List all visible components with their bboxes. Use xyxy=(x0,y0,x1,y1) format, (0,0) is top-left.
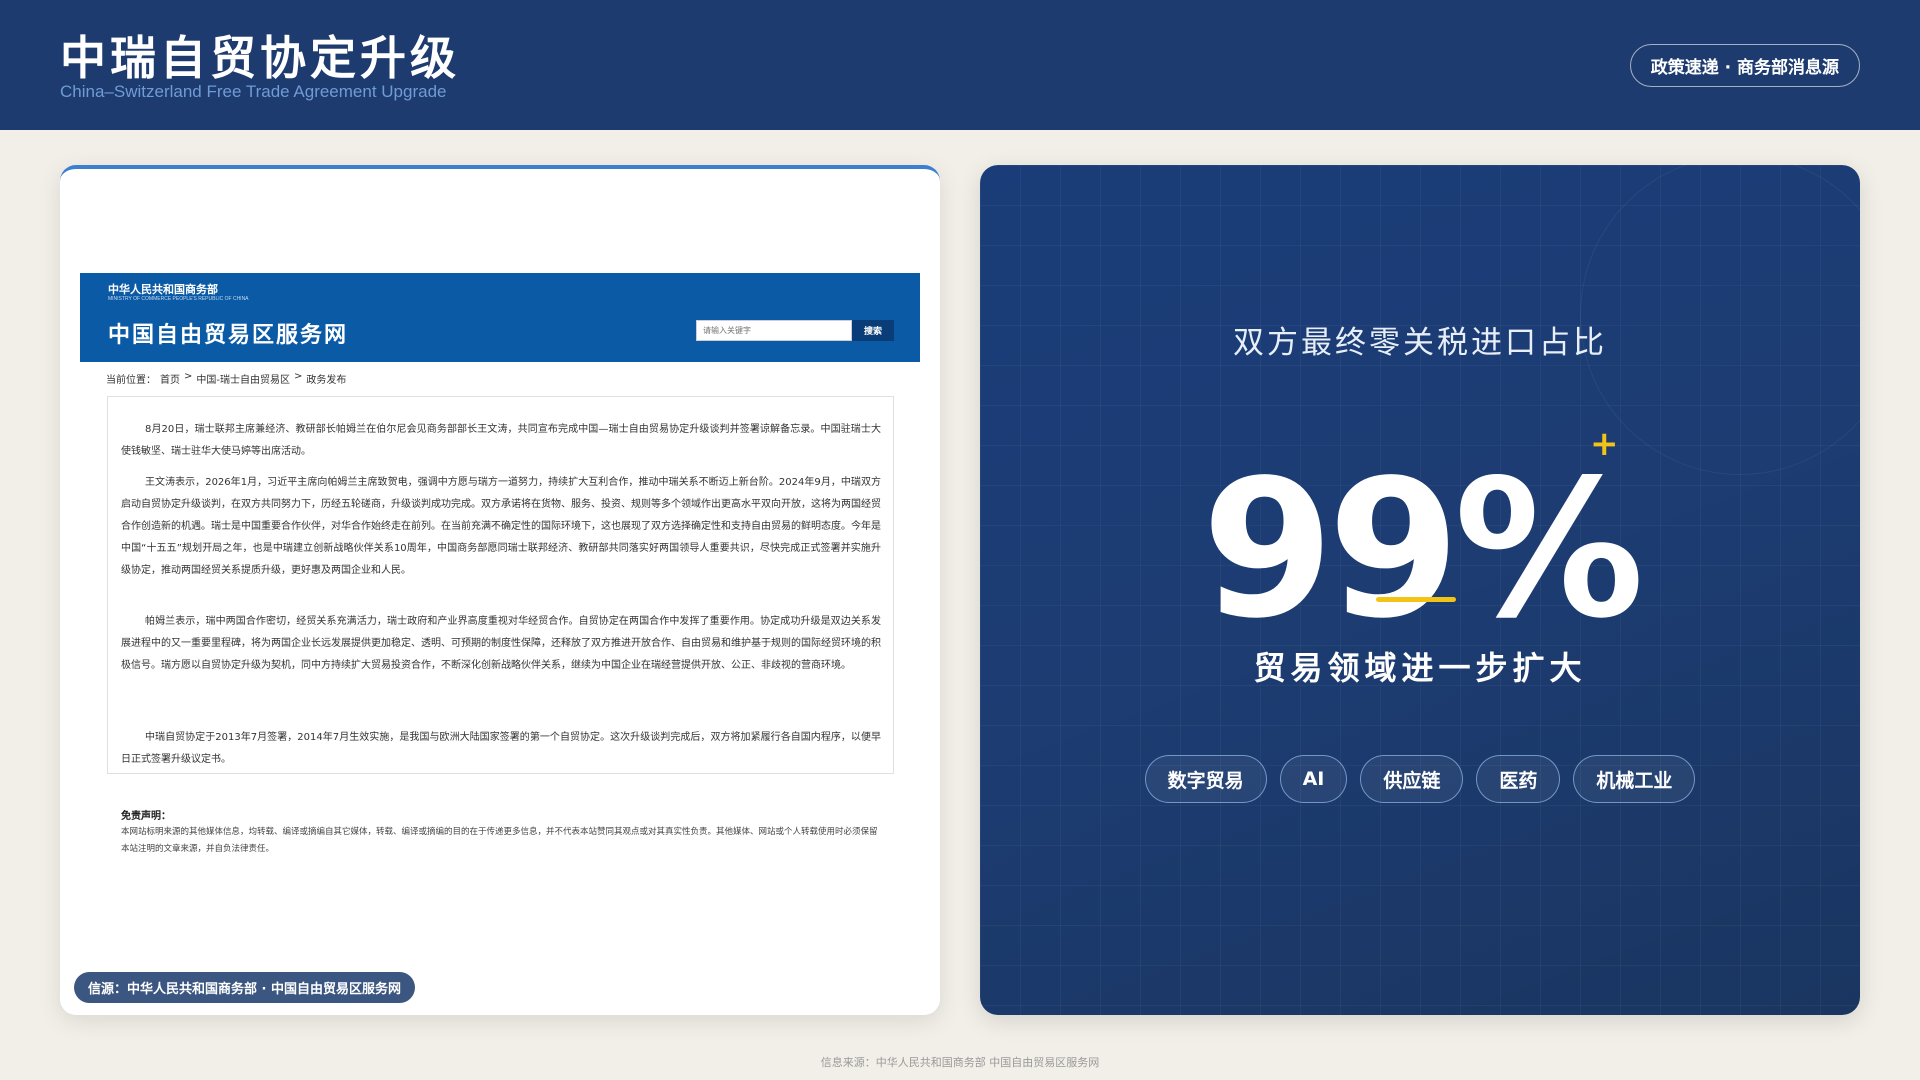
ministry-en-name: MINISTRY OF COMMERCE PEOPLE'S REPUBLIC O… xyxy=(108,296,249,302)
metric-value: 99% xyxy=(1201,439,1645,660)
page-subtitle: China–Switzerland Free Trade Agreement U… xyxy=(60,82,447,101)
metric-label: 双方最终零关税进口占比 xyxy=(1233,325,1607,361)
article-paragraph: 中瑞自贸协定于2013年7月签署，2014年7月生效实施，是我国与欧洲大陆国家签… xyxy=(121,732,881,765)
tag-digital-trade: 数字贸易 xyxy=(1144,755,1267,803)
site-header: 中华人民共和国商务部 MINISTRY OF COMMERCE PEOPLE'S… xyxy=(80,273,920,362)
sector-tags: 数字贸易 AI 供应链 医药 机械工业 xyxy=(980,755,1860,803)
breadcrumb-separator: > xyxy=(184,371,193,382)
breadcrumb-fta[interactable]: 中国-瑞士自由贸易区 xyxy=(196,371,290,386)
breadcrumb-current[interactable]: 政务发布 xyxy=(306,371,346,386)
search-input[interactable] xyxy=(696,320,852,341)
breadcrumb-home[interactable]: 首页 xyxy=(160,371,180,386)
page-title: 中瑞自贸协定升级 xyxy=(60,31,460,85)
tag-machinery: 机械工业 xyxy=(1573,755,1696,803)
ministry-name: 中华人民共和国商务部 xyxy=(108,283,218,296)
tag-medicine: 医药 xyxy=(1476,755,1561,803)
disclaimer-text: 本网站标明来源的其他媒体信息，均转载、编译或摘编自其它媒体，转载、编译或摘编的目… xyxy=(121,827,878,854)
policy-badge: 政策速递 · 商务部消息源 xyxy=(1629,44,1860,87)
page-header: 中瑞自贸协定升级 China–Switzerland Free Trade Ag… xyxy=(0,0,1920,130)
source-badge: 信源：中华人民共和国商务部 · 中国自由贸易区服务网 xyxy=(74,972,415,1003)
footer-source: 信息来源：中华人民共和国商务部 中国自由贸易区服务网 xyxy=(820,1056,1100,1069)
tag-ai: AI xyxy=(1279,755,1348,803)
metric-caption: 贸易领域进一步扩大 xyxy=(1253,649,1587,687)
article-paragraph: 8月20日，瑞士联邦主席兼经济、教研部长帕姆兰在伯尔尼会见商务部部长王文涛，共同… xyxy=(121,424,881,457)
tag-supply-chain: 供应链 xyxy=(1360,755,1464,803)
accent-underline xyxy=(1376,597,1456,602)
article-paragraph: 帕姆兰表示，瑞中两国合作密切，经贸关系充满活力，瑞士政府和产业界高度重视对华经贸… xyxy=(121,616,881,671)
site-title: 中国自由贸易区服务网 xyxy=(108,323,349,348)
search-button[interactable]: 搜索 xyxy=(852,320,894,341)
news-screenshot-card: 中华人民共和国商务部 MINISTRY OF COMMERCE PEOPLE'S… xyxy=(60,165,940,1015)
disclaimer-title: 免责声明： xyxy=(121,811,171,822)
breadcrumb-label: 当前位置： xyxy=(106,375,156,386)
metric-card: 双方最终零关税进口占比 + 99% 贸易领域进一步扩大 数字贸易 AI 供应链 … xyxy=(980,165,1860,1015)
breadcrumb: 当前位置： 首页 > 中国-瑞士自由贸易区 > 政务发布 xyxy=(106,371,346,386)
article-paragraph: 王文涛表示，2026年1月，习近平主席向帕姆兰主席致贺电，强调中方愿与瑞方一道努… xyxy=(121,477,881,576)
breadcrumb-separator: > xyxy=(294,371,303,382)
